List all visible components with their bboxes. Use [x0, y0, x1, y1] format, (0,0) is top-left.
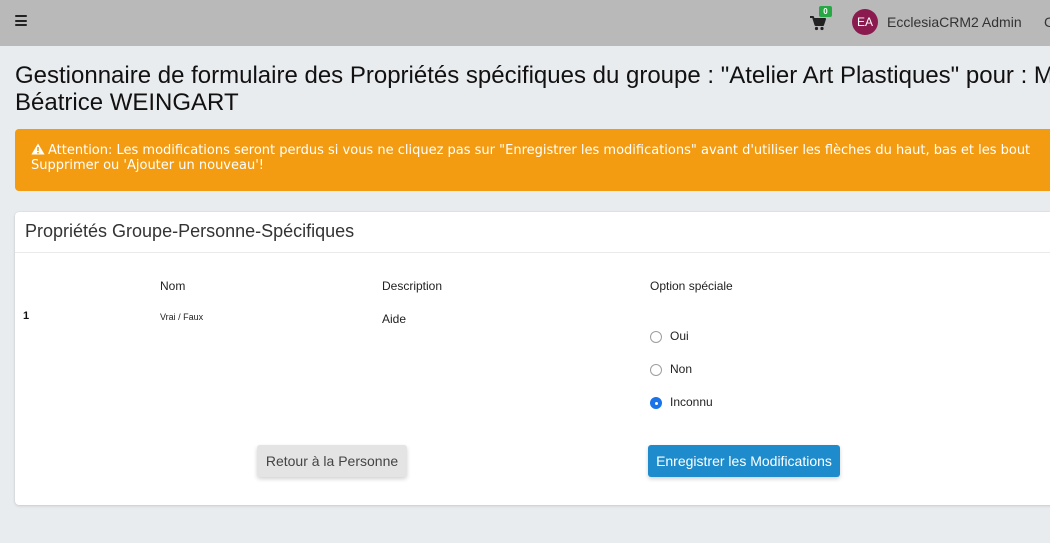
radio-oui[interactable] [650, 331, 662, 343]
card-title: Propriétés Groupe-Personne-Spécifiques [25, 221, 355, 241]
save-changes-button[interactable]: Enregistrer les Modifications [648, 445, 840, 477]
warning-icon [31, 143, 45, 155]
properties-card: Propriétés Groupe-Personne-Spécifiques N… [15, 212, 1050, 505]
radio-label-inconnu[interactable]: Inconnu [670, 395, 713, 409]
radio-inconnu[interactable] [650, 397, 662, 409]
top-navbar: 0 EA EcclesiaCRM2 Admin C [0, 0, 1050, 46]
page-title-line-2: Béatrice WEINGART [15, 89, 239, 116]
alert-text-line-2: Supprimer ou 'Ajouter un nouveau'! [31, 158, 264, 173]
page-title: Gestionnaire de formulaire des Propriété… [15, 62, 1050, 116]
column-header-option: Option spéciale [650, 279, 733, 293]
property-description: Aide [382, 312, 407, 326]
user-menu-name[interactable]: EcclesiaCRM2 Admin [887, 14, 1022, 30]
cart-count-badge: 0 [819, 6, 832, 17]
warning-alert: Attention: Les modifications seront perd… [15, 129, 1050, 191]
alert-text-line-1: Attention: Les modifications seront perd… [48, 143, 1031, 158]
radio-non[interactable] [650, 364, 662, 376]
column-header-description: Description [382, 279, 443, 293]
user-avatar[interactable]: EA [852, 9, 878, 35]
navbar-edge-item[interactable]: C [1044, 14, 1050, 30]
radio-label-non[interactable]: Non [670, 362, 692, 376]
radio-label-oui[interactable]: Oui [670, 329, 689, 343]
property-name: Vrai / Faux [160, 312, 204, 322]
row-number: 1 [23, 310, 30, 322]
page-title-line-1: Gestionnaire de formulaire des Propriété… [15, 62, 1050, 89]
card-header: Propriétés Groupe-Personne-Spécifiques [15, 212, 1050, 253]
hamburger-menu-icon[interactable] [15, 15, 27, 27]
column-header-nom: Nom [160, 279, 186, 293]
back-to-person-button[interactable]: Retour à la Personne [257, 445, 407, 477]
